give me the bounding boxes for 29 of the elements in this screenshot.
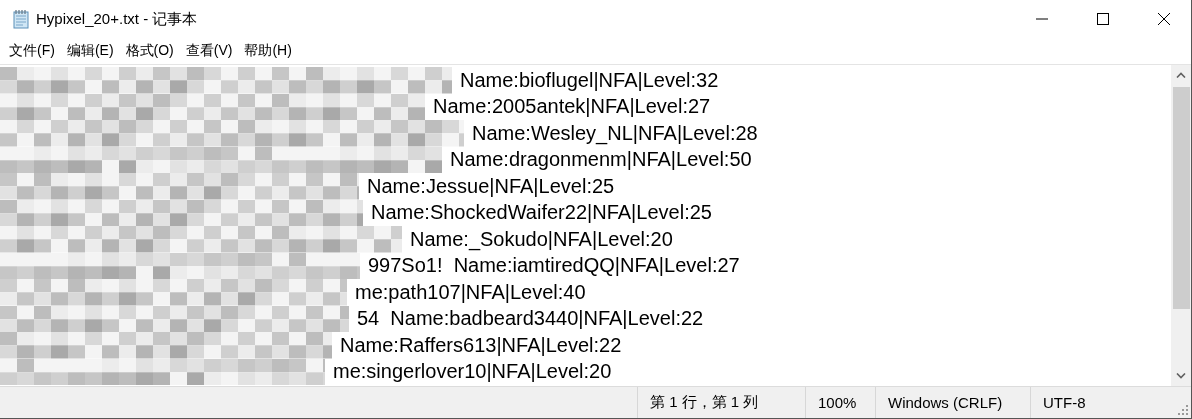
scrollbar[interactable] bbox=[1171, 65, 1191, 386]
minimize-icon bbox=[1036, 18, 1048, 20]
text-line: Name:Raffers613|NFA|Level:22 bbox=[340, 333, 622, 357]
text-line: Name:Wesley_NL|NFA|Level:28 bbox=[472, 121, 758, 145]
text-line: 997So1! Name:iamtiredQQ|NFA|Level:27 bbox=[368, 254, 740, 278]
window-title: Hypixel_20+.txt - 记事本 bbox=[36, 9, 199, 29]
encoding: UTF-8 bbox=[1043, 394, 1086, 411]
text-line: me:path107|NFA|Level:40 bbox=[355, 280, 586, 304]
resize-grip-icon[interactable] bbox=[1178, 404, 1188, 415]
menu-item[interactable]: 编辑(E) bbox=[61, 40, 119, 62]
text-line: Name:dragonmenm|NFA|Level:50 bbox=[450, 148, 752, 172]
line-ending: Windows (CRLF) bbox=[888, 394, 1003, 411]
zoom-level: 100% bbox=[818, 394, 857, 411]
menu-item[interactable]: 格式(O) bbox=[120, 40, 179, 62]
text-line: 54 Name:badbeard3440|NFA|Level:22 bbox=[357, 307, 704, 331]
text-line: Name:2005antek|NFA|Level:27 bbox=[433, 95, 711, 119]
close-icon bbox=[1157, 12, 1171, 26]
text-line: Name:bioflugel|NFA|Level:32 bbox=[460, 68, 719, 92]
text-line: Name:_Sokudo|NFA|Level:20 bbox=[410, 227, 673, 251]
maximize-icon bbox=[1096, 12, 1110, 26]
text-line: Name:Jessue|NFA|Level:25 bbox=[367, 174, 615, 198]
cursor-position: 第 1 行，第 1 列 bbox=[650, 393, 759, 412]
menu-item[interactable]: 查看(V) bbox=[180, 40, 238, 62]
text-line: Name:ShockedWaifer22|NFA|Level:25 bbox=[371, 201, 712, 225]
scroll-thumb[interactable] bbox=[1172, 87, 1190, 309]
menu-item[interactable]: 文件(F) bbox=[4, 40, 60, 62]
menu-item[interactable]: 帮助(H) bbox=[239, 40, 297, 62]
text-line: me:singerlover10|NFA|Level:20 bbox=[333, 360, 612, 384]
notepad-icon bbox=[12, 9, 30, 29]
